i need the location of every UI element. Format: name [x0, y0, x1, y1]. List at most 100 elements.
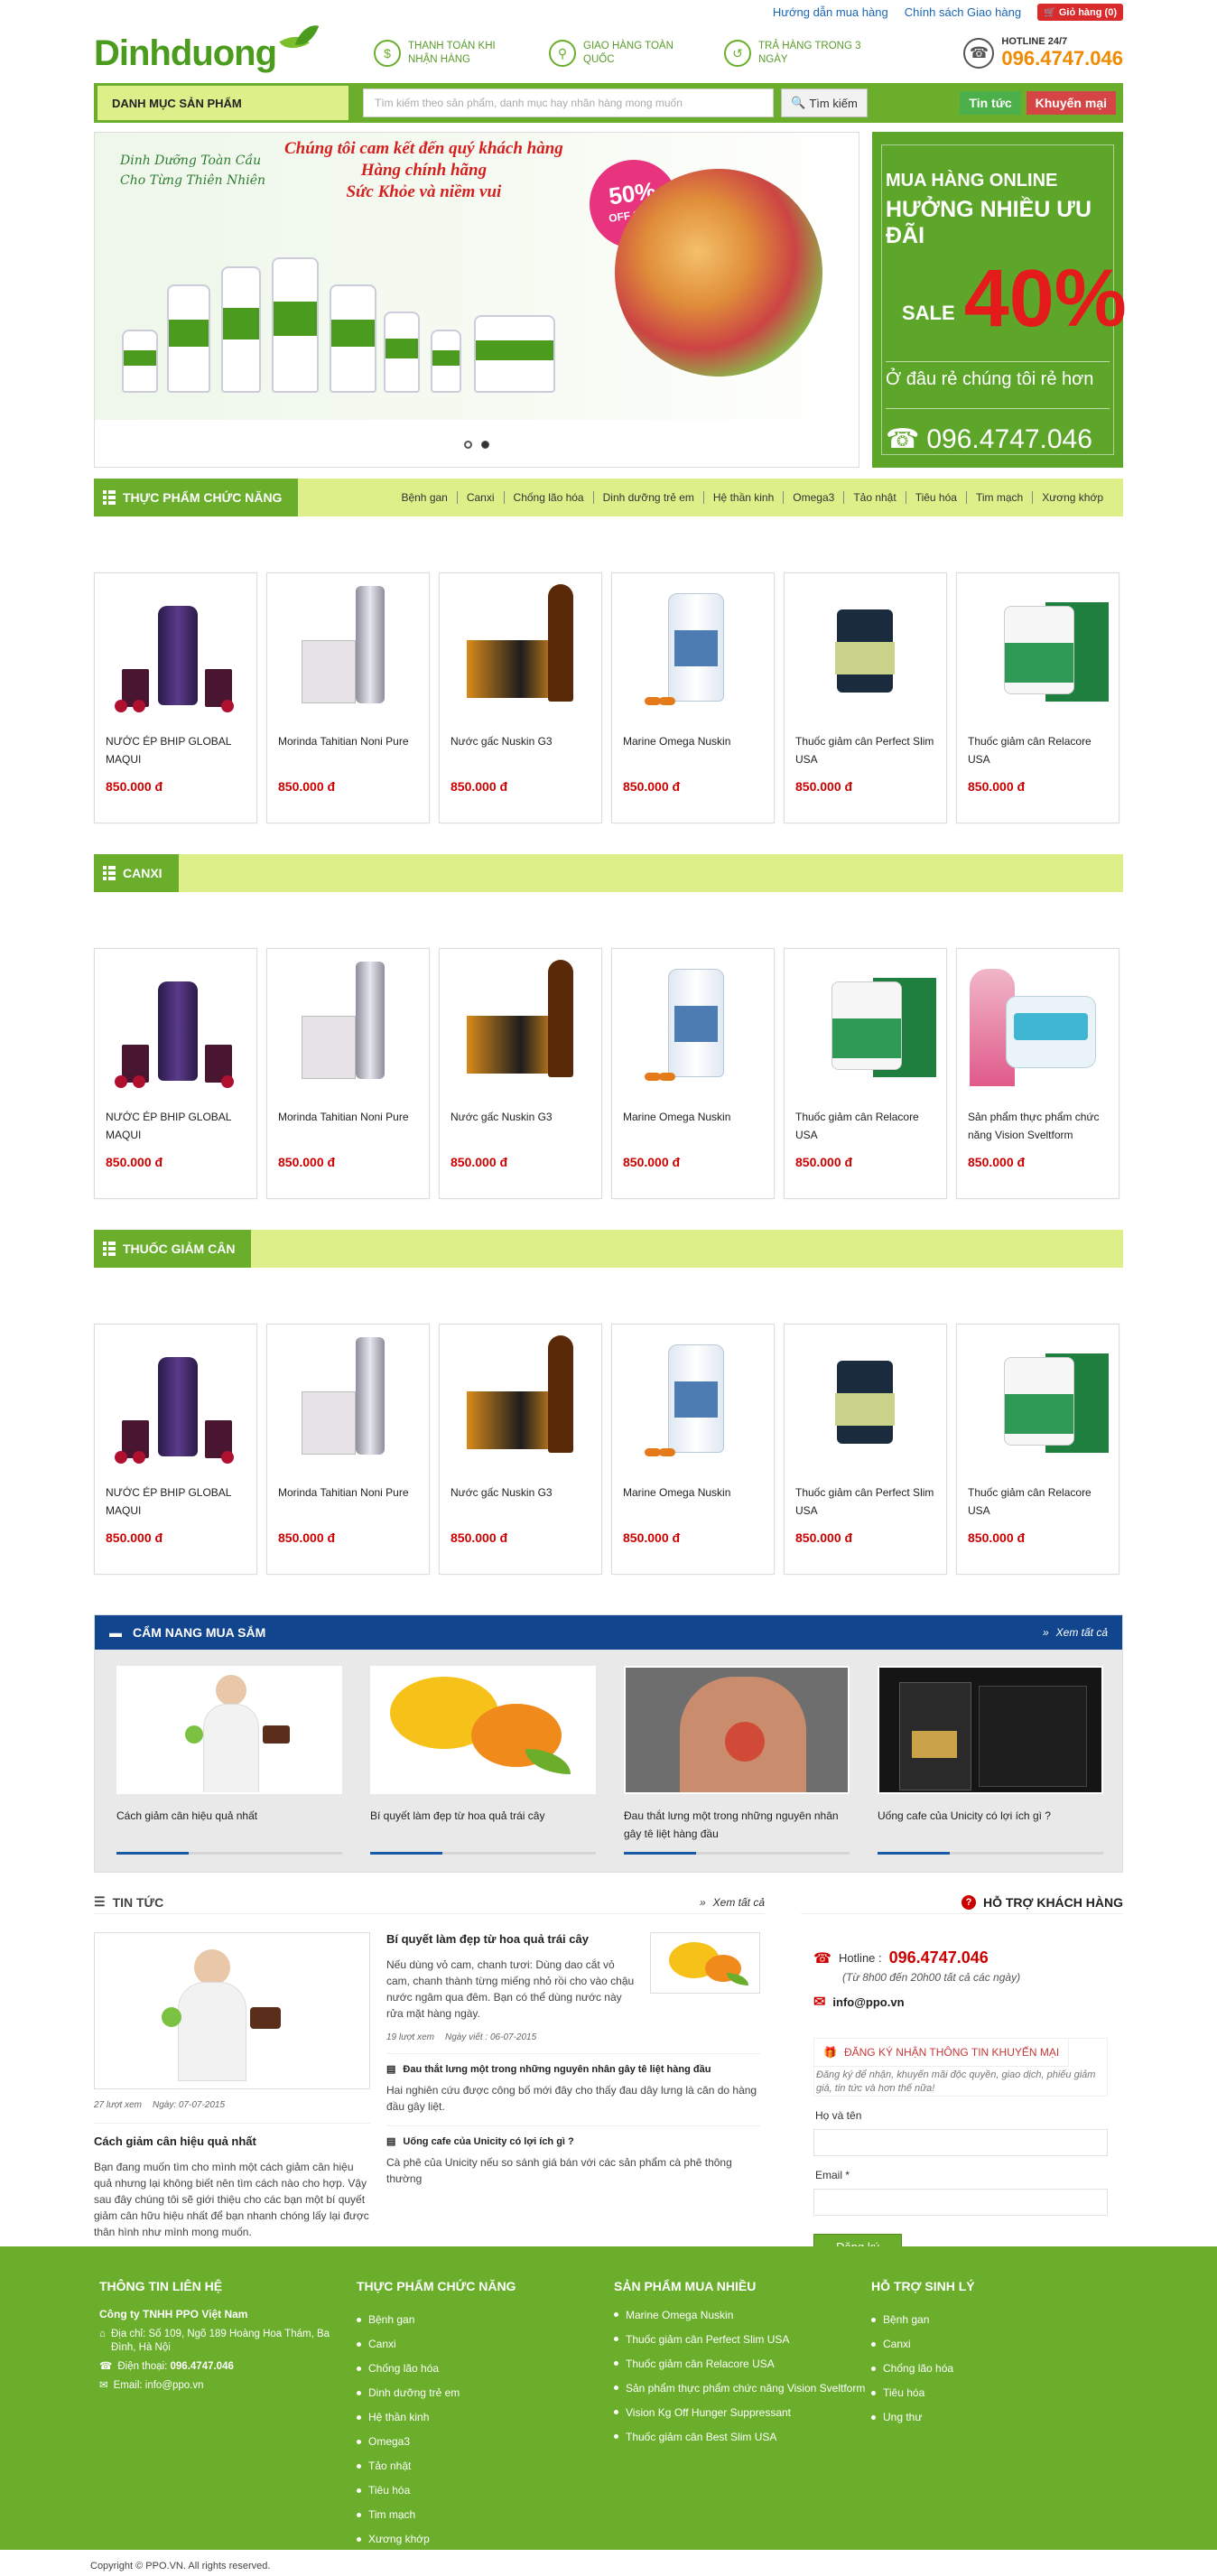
category-link[interactable]: Bệnh gan: [392, 491, 458, 504]
category-link[interactable]: Tiêu hóa: [906, 491, 967, 504]
footer-link[interactable]: Thuốc giảm cân Best Slim USA: [614, 2430, 866, 2444]
category-title[interactable]: THỰC PHẨM CHỨC NĂNG: [94, 479, 299, 516]
product-name[interactable]: Morinda Tahitian Noni Pure: [278, 1483, 418, 1521]
product-card[interactable]: Nước gấc Nuskin G3 850.000 đ: [439, 1324, 602, 1575]
footer-link[interactable]: Canxi: [871, 2332, 1123, 2357]
product-name[interactable]: NƯỚC ÉP BHIP GLOBAL MAQUI: [106, 732, 246, 770]
news-item-title[interactable]: ▤ Đau thắt lưng một trong những nguyên nh…: [386, 2063, 760, 2076]
name-field[interactable]: [813, 2129, 1108, 2156]
footer-link[interactable]: Tiêu hóa: [357, 2478, 608, 2503]
product-card[interactable]: Nước gấc Nuskin G3 850.000 đ: [439, 572, 602, 823]
footer-link[interactable]: Ung thư: [871, 2405, 1123, 2430]
product-name[interactable]: Nước gấc Nuskin G3: [451, 1483, 590, 1521]
product-name[interactable]: NƯỚC ÉP BHIP GLOBAL MAQUI: [106, 1483, 246, 1521]
product-image[interactable]: [795, 1335, 935, 1471]
product-name[interactable]: NƯỚC ÉP BHIP GLOBAL MAQUI: [106, 1108, 246, 1146]
product-card[interactable]: Marine Omega Nuskin 850.000 đ: [611, 572, 775, 823]
product-image[interactable]: [968, 584, 1109, 720]
shipping-policy-link[interactable]: Chính sách Giao hàng: [905, 5, 1021, 19]
product-name[interactable]: Sản phẩm thực phẩm chức năng Vision Svel…: [968, 1108, 1108, 1146]
category-title[interactable]: THUỐC GIẢM CÂN: [94, 1230, 252, 1268]
hotline-number[interactable]: 096.4747.046: [1001, 47, 1123, 70]
category-link[interactable]: Chống lão hóa: [505, 491, 594, 504]
slider-dot[interactable]: [464, 441, 472, 449]
footer-link[interactable]: Omega3: [357, 2430, 608, 2454]
product-name[interactable]: Thuốc giảm cân Perfect Slim USA: [795, 1483, 935, 1521]
guide-item[interactable]: Đau thắt lưng một trong những nguyên nhâ…: [624, 1666, 850, 1855]
news-featured-title[interactable]: Cách giảm cân hiệu quả nhất: [94, 2123, 370, 2148]
footer-link[interactable]: Bệnh gan: [357, 2308, 608, 2332]
product-card[interactable]: Thuốc giảm cân Relacore USA 850.000 đ: [956, 572, 1119, 823]
product-image[interactable]: [451, 584, 590, 720]
footer-link[interactable]: Thuốc giảm cân Perfect Slim USA: [614, 2332, 866, 2347]
product-card[interactable]: Marine Omega Nuskin 850.000 đ: [611, 1324, 775, 1575]
category-link[interactable]: Omega3: [784, 491, 845, 504]
guide-image[interactable]: [624, 1666, 850, 1794]
product-card[interactable]: Thuốc giảm cân Perfect Slim USA 850.000 đ: [784, 572, 947, 823]
category-link[interactable]: Hệ thần kinh: [704, 491, 785, 504]
footer-link[interactable]: Chống lão hóa: [357, 2357, 608, 2381]
guide-item[interactable]: Uống cafe của Unicity có lợi ích gì ?: [878, 1666, 1103, 1855]
support-email-address[interactable]: info@ppo.vn: [832, 1995, 904, 2009]
product-image[interactable]: [623, 960, 763, 1095]
footer-link[interactable]: Marine Omega Nuskin: [614, 2308, 866, 2322]
product-name[interactable]: Marine Omega Nuskin: [623, 732, 763, 770]
product-image[interactable]: [451, 1335, 590, 1471]
product-image[interactable]: [278, 584, 418, 720]
product-image[interactable]: [968, 960, 1108, 1095]
product-name[interactable]: Marine Omega Nuskin: [623, 1483, 763, 1521]
product-name[interactable]: Thuốc giảm cân Relacore USA: [968, 1483, 1108, 1521]
logo[interactable]: Dinhduong: [94, 20, 374, 74]
product-image[interactable]: [968, 1335, 1109, 1471]
product-name[interactable]: Thuốc giảm cân Relacore USA: [795, 1108, 935, 1146]
category-link[interactable]: Xương khớp: [1033, 491, 1112, 504]
product-image[interactable]: [623, 1335, 763, 1471]
guide-item[interactable]: Bí quyết làm đẹp từ hoa quả trái cây: [370, 1666, 596, 1855]
category-link[interactable]: Tảo nhật: [844, 491, 906, 504]
product-image[interactable]: [795, 960, 936, 1095]
product-card[interactable]: Thuốc giảm cân Relacore USA 850.000 đ: [956, 1324, 1119, 1575]
category-menu-button[interactable]: DANH MỤC SẢN PHẨM: [98, 86, 348, 120]
footer-link[interactable]: Tiêu hóa: [871, 2381, 1123, 2405]
product-image[interactable]: [623, 584, 763, 720]
guide-caption[interactable]: Đau thắt lưng một trong những nguyên nhâ…: [624, 1807, 850, 1843]
footer-link[interactable]: Chống lão hóa: [871, 2357, 1123, 2381]
promotion-button[interactable]: Khuyến mại: [1026, 91, 1116, 115]
category-link[interactable]: Tim mạch: [967, 491, 1034, 504]
news-item-title[interactable]: ▤ Uống cafe của Unicity có lợi ích gì ?: [386, 2135, 760, 2148]
product-image[interactable]: [278, 960, 418, 1095]
footer-link[interactable]: Xương khớp: [357, 2527, 608, 2552]
product-card[interactable]: Morinda Tahitian Noni Pure 850.000 đ: [266, 572, 430, 823]
product-name[interactable]: Morinda Tahitian Noni Pure: [278, 1108, 418, 1146]
product-card[interactable]: Morinda Tahitian Noni Pure 850.000 đ: [266, 1324, 430, 1575]
guide-item[interactable]: Cách giảm cân hiệu quả nhất: [116, 1666, 342, 1855]
product-card[interactable]: Nước gấc Nuskin G3 850.000 đ: [439, 948, 602, 1199]
product-card[interactable]: Morinda Tahitian Noni Pure 850.000 đ: [266, 948, 430, 1199]
shopping-guide-link[interactable]: Hướng dẫn mua hàng: [773, 5, 888, 19]
product-card[interactable]: NƯỚC ÉP BHIP GLOBAL MAQUI 850.000 đ: [94, 1324, 257, 1575]
product-name[interactable]: Thuốc giảm cân Relacore USA: [968, 732, 1108, 770]
footer-link[interactable]: Thuốc giảm cân Relacore USA: [614, 2357, 866, 2371]
product-name[interactable]: Thuốc giảm cân Perfect Slim USA: [795, 732, 935, 770]
news-view-all-link[interactable]: » Xem tất cả: [700, 1896, 765, 1909]
promo-box[interactable]: MUA HÀNG ONLINE HƯỞNG NHIỀU ƯU ĐÃI SALE …: [872, 132, 1127, 468]
product-card[interactable]: NƯỚC ÉP BHIP GLOBAL MAQUI 850.000 đ: [94, 948, 257, 1199]
news-button[interactable]: Tin tức: [960, 91, 1021, 115]
guide-image[interactable]: [878, 1666, 1103, 1794]
product-image[interactable]: [451, 960, 590, 1095]
product-card[interactable]: Marine Omega Nuskin 850.000 đ: [611, 948, 775, 1199]
category-link[interactable]: Dinh dưỡng trẻ em: [594, 491, 704, 504]
footer-link[interactable]: Vision Kg Off Hunger Suppressant: [614, 2405, 866, 2420]
guide-view-all-link[interactable]: » Xem tất cả: [1043, 1626, 1108, 1639]
footer-link[interactable]: Hệ thần kinh: [357, 2405, 608, 2430]
guide-image[interactable]: [116, 1666, 342, 1794]
category-link[interactable]: Canxi: [458, 491, 505, 504]
news-featured-image[interactable]: [94, 1932, 370, 2089]
footer-link[interactable]: Bệnh gan: [871, 2308, 1123, 2332]
product-image[interactable]: [278, 1335, 418, 1471]
guide-caption[interactable]: Uống cafe của Unicity có lợi ích gì ?: [878, 1807, 1103, 1843]
footer-email[interactable]: Email: info@ppo.vn: [114, 2379, 204, 2393]
guide-image[interactable]: [370, 1666, 596, 1794]
product-name[interactable]: Marine Omega Nuskin: [623, 1108, 763, 1146]
cart-button[interactable]: 🛒 Giỏ hàng (0): [1037, 3, 1123, 21]
